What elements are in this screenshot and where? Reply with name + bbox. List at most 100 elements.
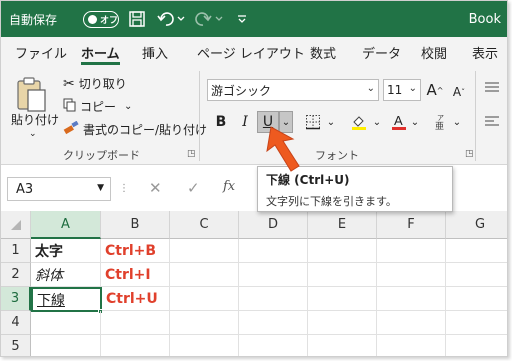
cell-c1[interactable] [170,239,239,263]
align-top-icon[interactable] [485,81,499,93]
cell-a3[interactable]: 下線 [31,287,102,312]
cell-d4[interactable] [239,311,308,335]
font-size-dropdown-icon: ⌄ [408,83,417,94]
column-header-c[interactable]: C [170,211,239,239]
cancel-icon[interactable]: ✕ [149,179,162,197]
cell-e5[interactable] [308,335,377,356]
column-header-d[interactable]: D [239,211,308,239]
customize-qat-icon[interactable] [237,1,247,37]
cell-d3[interactable] [239,287,308,311]
shrink-font-icon: A [452,85,462,99]
cell-g5[interactable] [446,335,507,356]
cell-f2[interactable] [377,263,446,287]
borders-dropdown-icon[interactable]: ⌄ [325,111,337,133]
save-icon[interactable] [128,1,146,37]
paste-dropdown-icon[interactable]: ⌄ [29,129,37,139]
cell-c5[interactable] [170,335,239,356]
cell-a1[interactable]: 太字 [31,239,101,263]
cell-a5[interactable] [31,335,101,356]
copy-dropdown-icon: ⌄ [124,101,133,112]
enter-icon[interactable]: ✓ [187,179,200,197]
tab-insert[interactable]: 挿入 [142,43,168,65]
column-header-f[interactable]: F [377,211,446,239]
fill-color-button[interactable] [347,111,371,133]
copy-icon [63,98,76,115]
cell-d1[interactable] [239,239,308,263]
row-header-2[interactable]: 2 [1,263,31,287]
pointer-arrow-icon [266,126,300,172]
format-painter-button[interactable]: 書式のコピー/貼り付け [63,120,207,138]
phonetic-guide-icon[interactable]: ア亜 [431,111,451,133]
tab-home[interactable]: ホーム [81,43,120,65]
redo-icon[interactable] [195,1,225,37]
cell-g2[interactable] [446,263,507,287]
paste-icon[interactable] [15,75,55,115]
column-header-a[interactable]: A [31,211,101,239]
grow-font-button[interactable]: A ^ [425,79,445,101]
cell-e1[interactable] [308,239,377,263]
cell-g3[interactable] [446,287,507,311]
cell-f4[interactable] [377,311,446,335]
autosave-toggle[interactable]: オフ [83,11,119,28]
cell-c4[interactable] [170,311,239,335]
column-header-g[interactable]: G [446,211,507,239]
tab-review[interactable]: 校閲 [421,43,447,65]
cell-f5[interactable] [377,335,446,356]
cell-e4[interactable] [308,311,377,335]
font-name-combo[interactable]: 游ゴシック ⌄ [207,79,379,101]
insert-function-button[interactable]: fx [223,179,235,194]
cell-g1[interactable] [446,239,507,263]
cut-button[interactable]: ✂ 切り取り [63,75,127,92]
fill-bucket-icon [352,116,366,130]
cell-b3[interactable]: Ctrl+U [102,287,170,311]
row-header-4[interactable]: 4 [1,311,31,335]
cell-b4[interactable] [101,311,170,335]
fill-color-dropdown-icon[interactable]: ⌄ [371,111,383,133]
cell-f3[interactable] [377,287,446,311]
select-all-corner[interactable] [1,211,31,239]
align-left-icon[interactable] [485,115,499,127]
font-size-combo[interactable]: 11 ⌄ [383,79,421,101]
cell-f1[interactable] [377,239,446,263]
cell-e3[interactable] [308,287,377,311]
name-box-dropdown-icon: ▼ [97,183,104,193]
ribbon-tabs: ファイル ホーム 挿入 ページ レイアウト 数式 データ 校閲 表示 [1,37,507,67]
copy-button[interactable]: コピー ⌄ [63,98,132,115]
tab-page-layout[interactable]: ページ レイアウト [197,43,305,65]
tab-formulas[interactable]: 数式 [310,43,336,65]
tab-view[interactable]: 表示 [472,43,498,65]
tab-file[interactable]: ファイル [15,43,67,65]
cell-b2[interactable]: Ctrl+I [101,263,170,287]
font-group-label: フォント [315,149,359,162]
paste-button[interactable]: 貼り付け [11,111,59,128]
column-header-e[interactable]: E [308,211,377,239]
row-header-3[interactable]: 3 [1,287,31,311]
cell-d2[interactable] [239,263,308,287]
font-color-dropdown-icon[interactable]: ⌄ [409,111,421,133]
name-box[interactable]: A3 ▼ [7,177,111,201]
column-header-b[interactable]: B [101,211,170,239]
cell-b1[interactable]: Ctrl+B [101,239,170,263]
row-header-5[interactable]: 5 [1,335,31,356]
row-header-1[interactable]: 1 [1,239,31,263]
cell-c3[interactable] [170,287,239,311]
copy-label: コピー [80,100,117,114]
cell-g4[interactable] [446,311,507,335]
font-launcher-icon[interactable]: ◳ [465,149,474,159]
shrink-font-button[interactable]: Aˇ [449,81,469,103]
italic-button[interactable]: I [235,111,255,133]
cell-c2[interactable] [170,263,239,287]
font-color-button[interactable]: A [389,111,409,133]
cell-b5[interactable] [101,335,170,356]
tab-data[interactable]: データ [362,43,401,65]
phonetic-dropdown-icon[interactable]: ⌄ [451,111,463,133]
clipboard-launcher-icon[interactable]: ◳ [187,149,196,159]
font-name-value: 游ゴシック [211,83,272,98]
cell-e2[interactable] [308,263,377,287]
undo-icon[interactable] [156,1,186,37]
scissors-icon: ✂ [63,75,75,92]
cell-d5[interactable] [239,335,308,356]
bold-button[interactable]: B [211,111,231,133]
cell-a2[interactable]: 斜体 [31,263,101,287]
cell-a4[interactable] [31,311,101,335]
